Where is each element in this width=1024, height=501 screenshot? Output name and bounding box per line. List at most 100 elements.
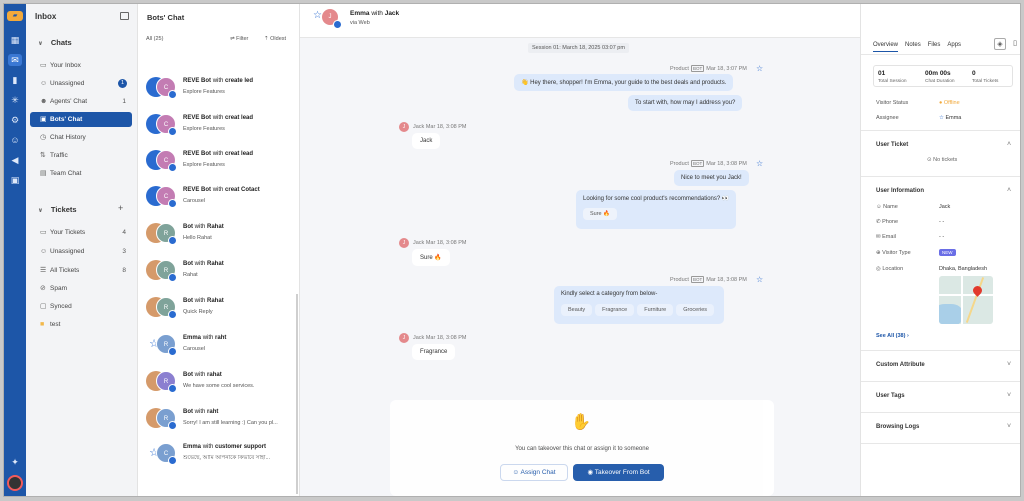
filter-button[interactable]: ⇌ Filter bbox=[230, 36, 248, 42]
chats-section-header[interactable]: ∨ Chats bbox=[38, 38, 72, 47]
sidebar-item-label: Team Chat bbox=[50, 170, 82, 177]
tab-apps[interactable]: Apps bbox=[947, 42, 961, 48]
sidebar-item-test[interactable]: ■ test bbox=[30, 317, 132, 332]
agent-name: Bot bbox=[183, 298, 193, 304]
contact-name: raht bbox=[207, 409, 219, 415]
add-ticket-icon[interactable]: + bbox=[118, 203, 123, 213]
conversation-item[interactable]: ☆ R Emma with raht Carousel bbox=[144, 329, 296, 363]
with-text: with bbox=[194, 298, 206, 304]
user-tags-header[interactable]: User Tags bbox=[876, 393, 905, 399]
stat-label: Chat Duration bbox=[925, 79, 955, 84]
info-location-value: Dhaka, Bangladesh bbox=[939, 266, 988, 272]
conversation-item[interactable]: R Bot with Rahat Hello Rahat bbox=[146, 218, 296, 252]
agent-name: REVE Bot bbox=[183, 115, 212, 121]
conversation-item[interactable]: R Bot with Rahat Rahat bbox=[146, 255, 296, 289]
panel-toggle-icon[interactable]: ▯ bbox=[1009, 38, 1020, 50]
sidebar-item-your-tickets[interactable]: ▭ Your Tickets 4 bbox=[30, 225, 132, 240]
conversation-item[interactable]: R Bot with raht Sorry! I am still learning… bbox=[146, 403, 296, 437]
bot-message-text: Kindly select a category from below- bbox=[561, 291, 658, 297]
sidebar-item-label: Traffic bbox=[50, 152, 68, 159]
category-chip[interactable]: Groceries bbox=[676, 304, 715, 316]
tab-notes[interactable]: Notes bbox=[905, 42, 921, 48]
chat-icon: ◉ bbox=[587, 469, 595, 476]
see-all-link[interactable]: See All (38) › bbox=[876, 333, 909, 339]
user-information-header[interactable]: User Information bbox=[876, 188, 924, 194]
stat-label: Total Tickets bbox=[972, 79, 999, 84]
contact-name: Rahat bbox=[207, 224, 224, 230]
takeover-from-bot-button[interactable]: ◉ Takeover From Bot bbox=[573, 464, 664, 481]
inbox-icon[interactable]: ✉ bbox=[8, 54, 22, 66]
sort-oldest-button[interactable]: ⇡ Oldest bbox=[264, 36, 286, 42]
collapse-sidebar-icon[interactable] bbox=[120, 12, 129, 20]
sidebar-item-synced[interactable]: ▢ Synced bbox=[30, 299, 132, 314]
sidebar-item-chat-history[interactable]: ◷ Chat History bbox=[30, 130, 132, 145]
layers-icon[interactable]: ◈ bbox=[994, 38, 1006, 50]
dashboard-icon[interactable]: ▦ bbox=[8, 34, 22, 46]
sidebar-item-unassigned[interactable]: ☺ Unassigned 1 bbox=[30, 76, 132, 91]
info-label: Phone bbox=[882, 219, 899, 225]
sidebar-item-traffic[interactable]: ⇅ Traffic bbox=[30, 148, 132, 163]
sender-label: Product bbox=[670, 161, 689, 167]
conversation-item[interactable]: C REVE Bot with creat lead Explore Feature… bbox=[146, 109, 296, 143]
category-chip[interactable]: Beauty bbox=[561, 304, 593, 316]
info-name-value: Jack bbox=[939, 204, 951, 210]
user-message: Jack bbox=[412, 133, 441, 149]
quick-reply-chip[interactable]: Sure 🔥 bbox=[583, 208, 617, 220]
list-scrollbar[interactable] bbox=[296, 294, 298, 494]
assignee-value[interactable]: ☆ Emma bbox=[939, 115, 961, 121]
assign-chat-button[interactable]: ☺ Assign Chat bbox=[500, 464, 568, 481]
takeover-text: You can takeover this chat or assign it … bbox=[515, 446, 649, 452]
reports-icon[interactable]: ▮ bbox=[8, 74, 22, 86]
location-map[interactable] bbox=[939, 276, 993, 324]
history-icon: ◷ bbox=[40, 134, 47, 141]
list-toolbar: All (25) ⇌ Filter ⇡ Oldest bbox=[146, 36, 294, 42]
tab-files[interactable]: Files bbox=[928, 42, 941, 48]
sidebar-item-unassigned-tickets[interactable]: ☺ Unassigned 3 bbox=[30, 244, 132, 259]
gift-icon[interactable]: ✦ bbox=[8, 456, 22, 468]
conversation-title: REVE Bot with create led bbox=[183, 78, 253, 84]
chevron-up-icon[interactable]: ˄ bbox=[1007, 187, 1011, 194]
details-tabs: Overview Notes Files Apps bbox=[873, 42, 968, 52]
folder-icon: ■ bbox=[40, 321, 45, 328]
sender-label: Product bbox=[670, 277, 689, 283]
campaign-icon[interactable]: ◀ bbox=[8, 154, 22, 166]
sidebar-item-all-tickets[interactable]: ☰ All Tickets 8 bbox=[30, 263, 132, 278]
sidebar-item-bots-chat[interactable]: ▣ Bots' Chat bbox=[30, 112, 132, 127]
user-ticket-header[interactable]: User Ticket bbox=[876, 142, 908, 148]
sidebar-item-your-inbox[interactable]: ▭ Your Inbox bbox=[30, 58, 132, 73]
bot-icon[interactable]: ✳ bbox=[8, 94, 22, 106]
category-chip[interactable]: Furniture bbox=[637, 304, 674, 316]
conversation-item[interactable]: C REVE Bot with creat lead Explore Feature… bbox=[146, 145, 296, 179]
chevron-down-icon[interactable]: ˅ bbox=[1007, 392, 1011, 399]
stat-chat-duration: 00m 00s Chat Duration bbox=[925, 70, 971, 84]
agent-name: Emma bbox=[183, 335, 202, 341]
sidebar-title: Inbox bbox=[35, 12, 57, 21]
chevron-down-icon[interactable]: ˅ bbox=[1007, 361, 1011, 368]
divider bbox=[861, 176, 1020, 177]
chevron-down-icon[interactable]: ˅ bbox=[1007, 423, 1011, 430]
sidebar-item-spam[interactable]: ⊘ Spam bbox=[30, 281, 132, 296]
conversation-item[interactable]: C REVE Bot with creat Cotact Carousel bbox=[146, 181, 296, 215]
contacts-icon[interactable]: ☺ bbox=[8, 134, 22, 146]
with-text: with bbox=[202, 444, 214, 450]
tickets-section-header[interactable]: ∨ Tickets bbox=[38, 205, 77, 214]
icon-rail: ▰ ▦ ✉ ▮ ✳ ⚙ ☺ ◀ ▣ ✦ bbox=[4, 4, 26, 496]
contact-name: create led bbox=[225, 78, 254, 84]
calendar-icon[interactable]: ▣ bbox=[8, 174, 22, 186]
user-avatar[interactable] bbox=[7, 475, 23, 491]
sidebar-item-label: Your Inbox bbox=[50, 62, 81, 69]
conversation-item[interactable]: R Bot with Rahat Quick Reply bbox=[146, 292, 296, 326]
sidebar-item-team-chat[interactable]: ▤ Team Chat bbox=[30, 166, 132, 181]
custom-attribute-header[interactable]: Custom Attribute bbox=[876, 362, 925, 368]
conversation-title: Bot with Rahat bbox=[183, 298, 224, 304]
browsing-logs-header[interactable]: Browsing Logs bbox=[876, 424, 919, 430]
conversation-item[interactable]: C REVE Bot with create led Explore Feature… bbox=[146, 72, 296, 106]
tab-overview[interactable]: Overview bbox=[873, 42, 899, 52]
conversation-item[interactable]: ☆ C Emma with customer support শুভেছে, আমি … bbox=[144, 438, 296, 472]
sidebar-item-agents-chat[interactable]: ☻ Agents' Chat 1 bbox=[30, 94, 132, 109]
chevron-up-icon[interactable]: ˄ bbox=[1007, 141, 1011, 148]
info-label: Email bbox=[882, 234, 896, 240]
category-chip[interactable]: Fragrance bbox=[595, 304, 635, 316]
conversation-item[interactable]: R Bot with rahat We have some cool service… bbox=[146, 366, 296, 400]
settings-icon[interactable]: ⚙ bbox=[8, 114, 22, 126]
